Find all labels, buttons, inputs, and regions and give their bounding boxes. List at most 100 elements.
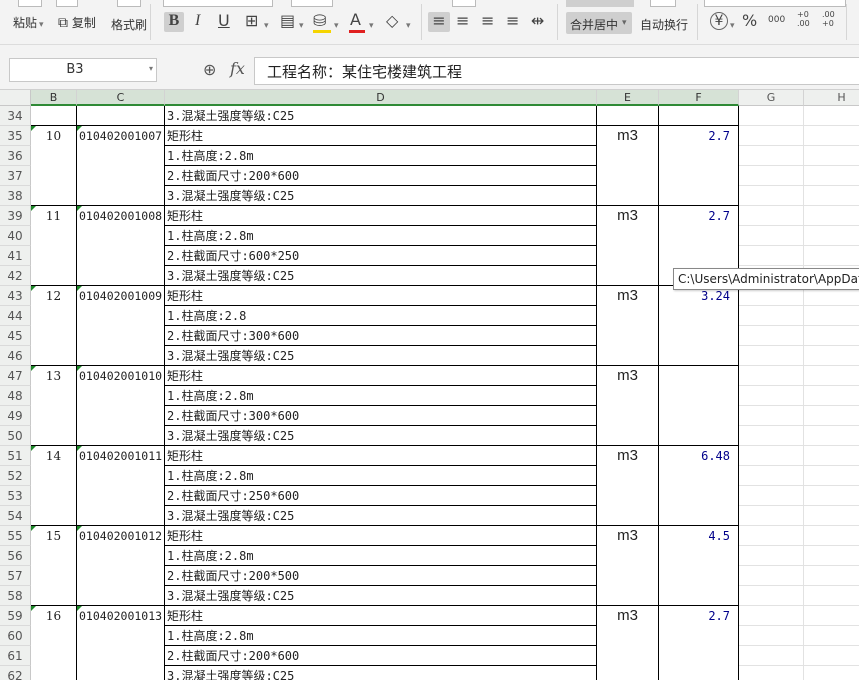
align-top-icon[interactable]	[452, 0, 476, 7]
cell-b[interactable]	[31, 166, 77, 186]
cell-e[interactable]	[597, 186, 659, 206]
cell-d[interactable]: 3.混凝土强度等级:C25	[165, 266, 597, 286]
cell-f[interactable]	[659, 346, 739, 366]
cell-c[interactable]	[77, 466, 165, 486]
cell-c[interactable]: 010402001013	[77, 606, 165, 626]
cell-e[interactable]	[597, 226, 659, 246]
cell-e[interactable]	[597, 426, 659, 446]
cell-e[interactable]	[597, 166, 659, 186]
cell-e[interactable]: m3	[597, 606, 659, 626]
cell-c[interactable]: 010402001012	[77, 526, 165, 546]
decrease-decimal-button[interactable]: .00 +0	[822, 10, 840, 28]
row-number[interactable]: 60	[0, 626, 31, 646]
cell-h[interactable]	[804, 146, 859, 166]
cell-g[interactable]	[739, 126, 804, 146]
cell-f[interactable]	[659, 106, 739, 126]
name-box[interactable]: B3 ▾	[9, 58, 157, 82]
cell-g[interactable]	[739, 426, 804, 446]
cell-e[interactable]	[597, 326, 659, 346]
row-number[interactable]: 35	[0, 126, 31, 146]
cell-c[interactable]: 010402001008	[77, 206, 165, 226]
row-number[interactable]: 47	[0, 366, 31, 386]
cell-e[interactable]	[597, 646, 659, 666]
row-number[interactable]: 58	[0, 586, 31, 606]
cell-e[interactable]	[597, 306, 659, 326]
column-header-h[interactable]: H	[804, 90, 859, 106]
cell-d[interactable]: 3.混凝土强度等级:C25	[165, 426, 597, 446]
cell-d[interactable]: 3.混凝土强度等级:C25	[165, 506, 597, 526]
cell-c[interactable]	[77, 586, 165, 606]
cell-d[interactable]: 1.柱高度:2.8m	[165, 466, 597, 486]
column-header-b[interactable]: B	[31, 90, 77, 106]
cell-d[interactable]: 1.柱高度:2.8	[165, 306, 597, 326]
fx-button[interactable]: fx	[230, 59, 245, 78]
cell-d[interactable]: 3.混凝土强度等级:C25	[165, 106, 597, 126]
row-number[interactable]: 49	[0, 406, 31, 426]
cell-e[interactable]: m3	[597, 286, 659, 306]
cell-e[interactable]: m3	[597, 526, 659, 546]
cell-h[interactable]	[804, 666, 859, 680]
cell-h[interactable]	[804, 626, 859, 646]
cell-c[interactable]: 010402001010	[77, 366, 165, 386]
format-painter-button[interactable]: 格式刷	[111, 16, 147, 33]
cell-h[interactable]	[804, 586, 859, 606]
cell-b[interactable]	[31, 466, 77, 486]
cell-b[interactable]	[31, 666, 77, 680]
cell-g[interactable]	[739, 466, 804, 486]
cell-e[interactable]: m3	[597, 446, 659, 466]
cell-d[interactable]: 2.柱截面尺寸:300*600	[165, 326, 597, 346]
cell-g[interactable]	[739, 386, 804, 406]
cell-h[interactable]	[804, 306, 859, 326]
cell-d[interactable]: 2.柱截面尺寸:200*500	[165, 566, 597, 586]
cell-e[interactable]	[597, 346, 659, 366]
cell-h[interactable]	[804, 446, 859, 466]
cell-f[interactable]	[659, 426, 739, 446]
cell-h[interactable]	[804, 426, 859, 446]
cell-g[interactable]	[739, 146, 804, 166]
align-center-icon[interactable]: ≡	[456, 12, 469, 30]
cell-c[interactable]	[77, 146, 165, 166]
cell-e[interactable]	[597, 546, 659, 566]
fill-color-icon[interactable]: ⛁	[313, 12, 326, 30]
font-color-button[interactable]: A	[350, 11, 361, 29]
percent-button[interactable]: %	[742, 12, 757, 30]
cell-h[interactable]	[804, 406, 859, 426]
cell-d[interactable]: 3.混凝土强度等级:C25	[165, 586, 597, 606]
row-number[interactable]: 62	[0, 666, 31, 680]
cell-d[interactable]: 2.柱截面尺寸:200*600	[165, 646, 597, 666]
cell-c[interactable]	[77, 506, 165, 526]
underline-button[interactable]: U	[218, 12, 230, 30]
cell-g[interactable]	[739, 366, 804, 386]
increase-decimal-button[interactable]: +0 .00	[797, 10, 815, 28]
cell-g[interactable]	[739, 646, 804, 666]
cell-b[interactable]	[31, 566, 77, 586]
cell-d[interactable]: 2.柱截面尺寸:250*600	[165, 486, 597, 506]
cell-c[interactable]	[77, 646, 165, 666]
row-number[interactable]: 42	[0, 266, 31, 286]
cell-d[interactable]: 矩形柱	[165, 366, 597, 386]
cell-d[interactable]: 矩形柱	[165, 446, 597, 466]
cell-d[interactable]: 矩形柱	[165, 286, 597, 306]
cell-f[interactable]	[659, 166, 739, 186]
cell-b[interactable]: 12	[31, 286, 77, 306]
row-number[interactable]: 38	[0, 186, 31, 206]
column-header-c[interactable]: C	[77, 90, 165, 106]
cell-h[interactable]	[804, 206, 859, 226]
cell-b[interactable]: 11	[31, 206, 77, 226]
cell-h[interactable]	[804, 166, 859, 186]
align-left-icon[interactable]: ≡	[428, 12, 450, 32]
cell-d[interactable]: 1.柱高度:2.8m	[165, 546, 597, 566]
cell-b[interactable]	[31, 246, 77, 266]
cell-e[interactable]	[597, 466, 659, 486]
currency-button[interactable]: ¥	[710, 12, 728, 30]
cell-c[interactable]	[77, 106, 165, 126]
cell-b[interactable]	[31, 646, 77, 666]
italic-button[interactable]: I	[195, 12, 200, 30]
cell-b[interactable]	[31, 546, 77, 566]
thousands-button[interactable]: 000	[768, 11, 785, 29]
cell-b[interactable]	[31, 426, 77, 446]
spreadsheet-grid[interactable]: B C D E F G H 34 3.混凝土强度等级:C25 35 10 010402001007 矩形…	[0, 90, 859, 680]
cell-f[interactable]: 2.7	[659, 126, 739, 146]
cell-h[interactable]	[804, 346, 859, 366]
cell-d[interactable]: 矩形柱	[165, 126, 597, 146]
